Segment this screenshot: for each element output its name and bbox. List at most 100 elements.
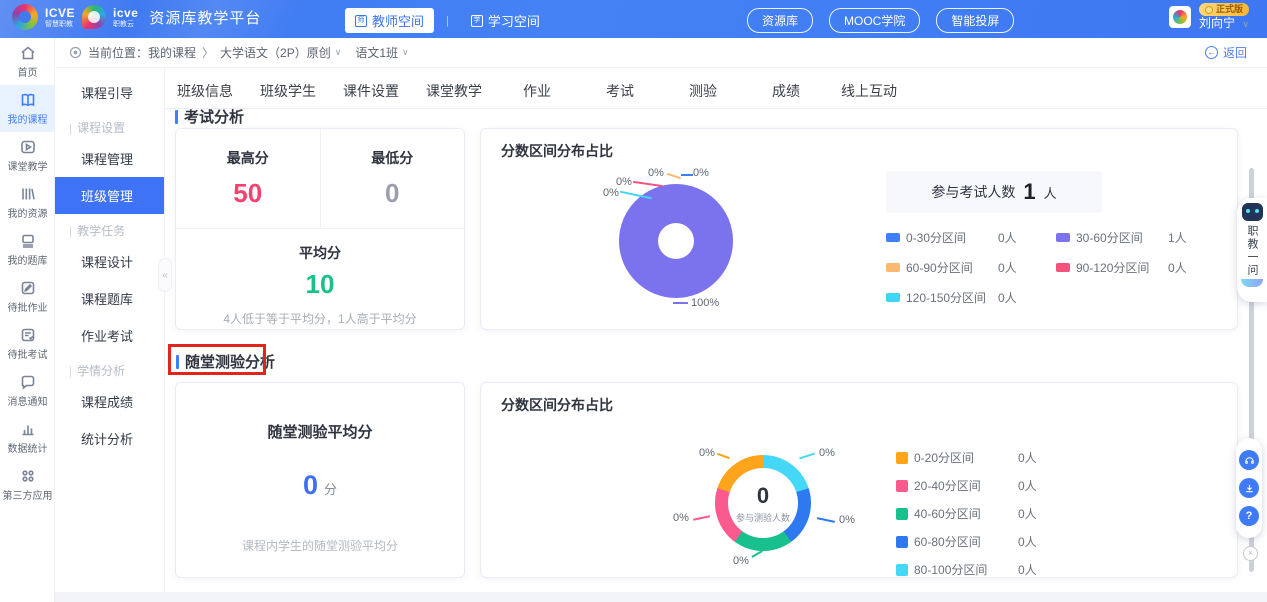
sidebar-collapse-handle[interactable]: « — [158, 258, 172, 292]
exam-participants-box: 参与考试人数 1 人 — [886, 171, 1102, 213]
assistant-widget[interactable]: 职教一问 — [1237, 198, 1267, 302]
rail-item-home[interactable]: 首页 — [0, 38, 55, 85]
statistics-icon — [20, 421, 36, 437]
rail-item-homework-review[interactable]: 待批作业 — [0, 273, 55, 320]
rail-item-my-resources[interactable]: 我的资源 — [0, 179, 55, 226]
medal-icon — [1205, 6, 1213, 14]
exam-analysis-title: 考试分析 — [175, 106, 244, 127]
legend-swatch-icon — [886, 293, 900, 302]
bottom-strip — [55, 592, 1267, 602]
rail-item-third-party-apps[interactable]: 第三方应用 — [0, 461, 55, 508]
legend-swatch-icon — [896, 508, 908, 520]
tab-quiz[interactable]: 测验 — [675, 81, 731, 101]
quiz-donut-chart[interactable]: 0 参与测验人数 — [715, 455, 811, 551]
avg-score-label: 平均分 — [299, 243, 341, 263]
customer-service-button[interactable] — [1239, 450, 1259, 470]
avg-score-value: 10 — [306, 269, 335, 300]
help-button[interactable]: ? — [1239, 506, 1259, 526]
toolbar-collapse-button[interactable]: × — [1243, 546, 1258, 561]
back-button[interactable]: ← 返回 — [1205, 44, 1247, 61]
quiz-avg-value: 0 — [303, 470, 318, 501]
breadcrumb-class-select[interactable]: 语文1班 — [355, 44, 398, 61]
legend-swatch-icon — [1056, 233, 1070, 242]
avatar[interactable] — [1169, 6, 1191, 28]
tab-class-info[interactable]: 班级信息 — [177, 81, 233, 101]
mooc-college-button[interactable]: MOOC学院 — [829, 8, 920, 33]
quiz-avg-note: 课程内学生的随堂测验平均分 — [242, 537, 398, 554]
rail-item-classroom[interactable]: 课堂教学 — [0, 132, 55, 179]
rail-item-statistics[interactable]: 数据统计 — [0, 414, 55, 461]
tab-homework[interactable]: 作业 — [509, 81, 565, 101]
download-icon — [1244, 483, 1255, 494]
chevron-down-icon: ∨ — [335, 47, 342, 58]
back-arrow-icon: ← — [1205, 46, 1218, 59]
icve-shell-logo-icon — [82, 5, 106, 29]
logo1-sub: 智慧职教 — [45, 21, 75, 28]
participants-label: 参与考试人数 — [931, 182, 1015, 202]
nav-divider: | — [446, 15, 449, 27]
tab-exam[interactable]: 考试 — [592, 81, 648, 101]
sidebar-item-class-management[interactable]: 班级管理 — [55, 177, 164, 214]
logo2-name: icve — [113, 7, 138, 19]
sidebar-item-course-design[interactable]: 课程设计 — [55, 243, 164, 280]
nav-learning-space[interactable]: 学 学习空间 — [461, 8, 550, 33]
sidebar-item-course-question-bank[interactable]: 课程题库 — [55, 280, 164, 317]
edition-badge: 正式版 — [1199, 3, 1249, 16]
home-icon — [20, 45, 36, 61]
rail-item-exam-review[interactable]: 待批考试 — [0, 320, 55, 367]
avg-score-note: 4人低于等于平均分，1人高于平均分 — [223, 310, 416, 327]
legend-swatch-icon — [1056, 263, 1070, 272]
rail-item-my-courses[interactable]: 我的课程 — [0, 85, 55, 132]
participants-unit: 人 — [1044, 183, 1057, 202]
robot-icon — [1242, 203, 1263, 221]
resource-library-button[interactable]: 资源库 — [747, 8, 813, 33]
sidebar-item-course-grades[interactable]: 课程成绩 — [55, 383, 164, 420]
max-score-label: 最高分 — [227, 148, 269, 168]
user-area[interactable]: 正式版 刘向宁 ∨ — [1169, 3, 1249, 31]
legend-swatch-icon — [896, 480, 908, 492]
legend-item: 40-60分区间0人 — [896, 505, 1037, 522]
logo-cluster: ICVE 智慧职教 icve 职教云 资源库教学平台 — [12, 4, 261, 30]
icon-rail: 首页 我的课程 课堂教学 我的资源 我的题库 待批作业 待批考试 消息通知 数据… — [0, 38, 55, 602]
quiz-average-card: 随堂测验平均分 0 分 课程内学生的随堂测验平均分 — [175, 382, 465, 578]
sidebar-item-statistical-analysis[interactable]: 统计分析 — [55, 420, 164, 457]
nav-teacher-space[interactable]: 师 教师空间 — [345, 8, 434, 33]
legend-swatch-icon — [896, 564, 908, 576]
tab-classroom-teaching[interactable]: 课堂教学 — [426, 81, 482, 101]
quiz-center-value: 0 — [757, 483, 769, 509]
participants-value: 1 — [1023, 179, 1035, 205]
rail-item-question-bank[interactable]: 我的题库 — [0, 226, 55, 273]
sidebar-item-course-management[interactable]: 课程管理 — [55, 140, 164, 177]
legend-item: 120-150分区间0人 — [886, 289, 1056, 306]
title-bar-icon — [175, 110, 178, 124]
donut-label: 0% — [839, 514, 855, 526]
sidebar-item-homework-exam[interactable]: 作业考试 — [55, 317, 164, 354]
headset-icon — [1244, 455, 1255, 466]
user-name[interactable]: 刘向宁 ∨ — [1199, 16, 1249, 31]
exam-stats-card: 最高分 50 最低分 0 平均分 10 4人低于等于平均分，1人高于平均分 — [175, 128, 465, 330]
sidebar-group-teaching-tasks: |教学任务 — [55, 214, 164, 243]
donut-label: 0% — [673, 512, 689, 524]
tab-grades[interactable]: 成绩 — [758, 81, 814, 101]
breadcrumb-root[interactable]: 我的课程 — [148, 44, 196, 61]
chevron-down-icon: ∨ — [402, 47, 409, 58]
tab-courseware-settings[interactable]: 课件设置 — [343, 81, 399, 101]
min-score-cell: 最低分 0 — [321, 129, 465, 228]
legend-item: 80-100分区间0人 — [896, 561, 1037, 578]
question-bank-icon — [20, 233, 36, 249]
exam-donut-chart[interactable] — [619, 184, 733, 298]
question-mark-icon: ? — [1246, 510, 1253, 522]
donut-label: 0% — [733, 555, 749, 567]
legend-item: 60-90分区间0人 — [886, 259, 1056, 276]
breadcrumb-course-select[interactable]: 大学语文（2P）原创 — [220, 44, 331, 61]
legend-item: 0-20分区间0人 — [896, 449, 1037, 466]
smart-cast-button[interactable]: 智能投屏 — [936, 8, 1014, 33]
exam-icon — [20, 327, 36, 343]
rail-item-messages[interactable]: 消息通知 — [0, 367, 55, 414]
sidebar-item-course-guide[interactable]: 课程引导 — [55, 74, 164, 111]
tab-online-interaction[interactable]: 线上互动 — [841, 81, 897, 101]
tab-class-students[interactable]: 班级学生 — [260, 81, 316, 101]
download-button[interactable] — [1239, 478, 1259, 498]
breadcrumb-prefix: 当前位置： — [88, 44, 148, 61]
resource-icon — [20, 186, 36, 202]
